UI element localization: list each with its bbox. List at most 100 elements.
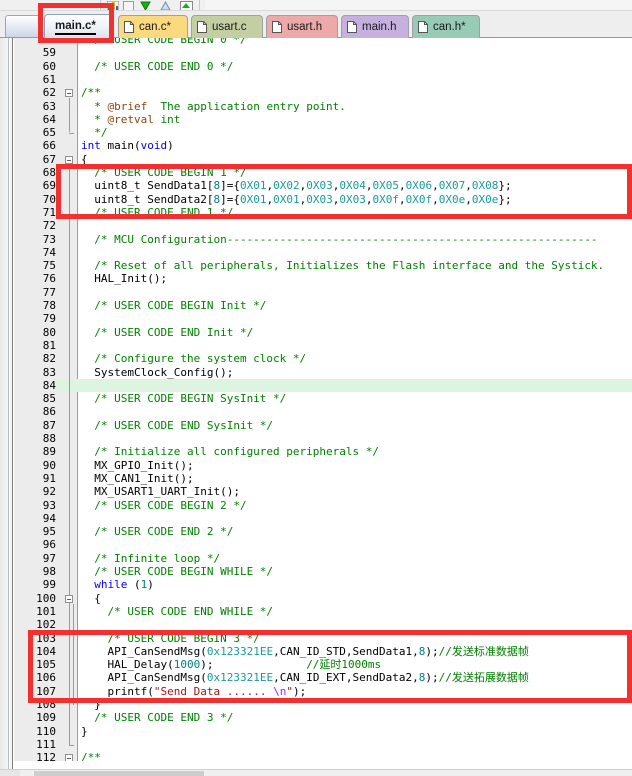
code-line[interactable]: 84	[14, 378, 632, 393]
code-line[interactable]: 102	[14, 618, 632, 631]
line-number: 109	[36, 711, 56, 725]
code-line[interactable]: 108 }	[14, 698, 632, 711]
code-line[interactable]: 67 {	[14, 153, 632, 166]
insert-bookmark-icon[interactable]	[180, 0, 193, 10]
page-icon[interactable]	[122, 0, 135, 10]
code-line[interactable]: 80 /* USER CODE END Init */	[14, 326, 632, 339]
line-number: 88	[42, 432, 56, 445]
code-line[interactable]: 110}	[14, 725, 632, 738]
code-line[interactable]: 69 uint8_t SendData1[8]={0X01,0X02,0X03,…	[14, 179, 632, 192]
code-line[interactable]: 97 /* Infinite loop */	[14, 552, 632, 565]
code-line[interactable]: 96	[14, 538, 632, 551]
fold-toggle-line-100[interactable]	[65, 594, 73, 603]
code-line[interactable]: 62 /**	[14, 86, 632, 99]
code-line[interactable]: 101 /* USER CODE END WHILE */	[14, 605, 632, 618]
code-line[interactable]: 91 MX_CAN1_Init();	[14, 472, 632, 485]
code-line[interactable]: 106 API_CanSendMsg(0x123321EE,CAN_ID_EXT…	[14, 671, 632, 684]
fold-toggle-line-62[interactable]	[65, 89, 73, 98]
code-line[interactable]: 71 /* USER CODE END 1 */	[14, 206, 632, 219]
code-line[interactable]: 68 /* USER CODE BEGIN 1 */	[14, 166, 632, 179]
code-line[interactable]: 92 MX_USART1_UART_Init();	[14, 485, 632, 498]
code-text: {	[81, 591, 101, 605]
code-line[interactable]: 83 SystemClock_Config();	[14, 366, 632, 379]
code-line[interactable]: 78 /* USER CODE BEGIN Init */	[14, 299, 632, 312]
line-number: 84	[14, 378, 56, 393]
tab-label: usart.h	[287, 21, 323, 33]
code-line[interactable]: 105 HAL_Delay(1000); //延时1000ms	[14, 658, 632, 671]
code-line[interactable]: 93 /* USER CODE BEGIN 2 */	[14, 499, 632, 512]
line-number: 111	[36, 737, 56, 751]
editor-tab-usarth[interactable]: usart.h	[266, 15, 338, 38]
code-line[interactable]: 87 /* USER CODE END SysInit */	[14, 419, 632, 432]
code-line[interactable]: 107 printf("Send Data ...... \n");	[14, 685, 632, 698]
tab-overflow-stub[interactable]	[5, 15, 41, 37]
line-number: 70	[42, 192, 56, 206]
code-line[interactable]: 94	[14, 512, 632, 525]
code-text: */	[81, 126, 108, 140]
code-text: /* USER CODE BEGIN WHILE */	[81, 565, 274, 578]
line-number: 89	[42, 445, 56, 459]
code-line[interactable]: 75 /* Reset of all peripherals, Initiali…	[14, 259, 632, 272]
fold-toggle-line-112[interactable]	[65, 754, 73, 761]
code-line[interactable]: 76 HAL_Init();	[14, 272, 632, 285]
code-line[interactable]: 100 {	[14, 592, 632, 605]
toolbar-separator	[199, 0, 200, 10]
code-line[interactable]: 85 /* USER CODE BEGIN SysInit */	[14, 392, 632, 405]
code-line[interactable]: 61	[14, 73, 632, 86]
code-line[interactable]: 89 /* Initialize all configured peripher…	[14, 445, 632, 458]
code-line[interactable]: 58 /* USER CODE BEGIN 0 */	[14, 38, 632, 46]
code-line[interactable]: 112 /**	[14, 751, 632, 761]
code-line[interactable]: 82 /* Configure the system clock */	[14, 352, 632, 365]
code-line[interactable]: 79	[14, 312, 632, 325]
code-line[interactable]: 103 /* USER CODE BEGIN 3 */	[14, 632, 632, 645]
editor-tab-mainh[interactable]: main.h	[341, 15, 409, 38]
code-line[interactable]: 72	[14, 219, 632, 232]
code-line[interactable]: 98 /* USER CODE BEGIN WHILE */	[14, 565, 632, 578]
line-number: 95	[42, 525, 56, 539]
code-line[interactable]: 95 /* USER CODE END 2 */	[14, 525, 632, 538]
editor-tab-usartc[interactable]: usart.c	[191, 15, 263, 38]
code-line[interactable]: 86	[14, 405, 632, 418]
code-line[interactable]: 99 while (1)	[14, 578, 632, 591]
editor-tab-canc[interactable]: can.c*	[118, 15, 188, 38]
code-line[interactable]: 59	[14, 46, 632, 59]
code-line[interactable]: 66 int main(void)	[14, 139, 632, 152]
code-line[interactable]: 81	[14, 339, 632, 352]
line-number: 59	[42, 46, 56, 60]
code-line[interactable]: 65 */	[14, 126, 632, 139]
code-view[interactable]: 58 /* USER CODE BEGIN 0 */59 60 /* USER C…	[14, 38, 632, 761]
horizontal-scrollbar[interactable]	[0, 769, 632, 776]
line-number: 94	[42, 511, 56, 525]
code-line[interactable]: 64 * @retval int	[14, 113, 632, 126]
line-number: 62	[42, 86, 56, 100]
scrollbar-thumb[interactable]	[34, 771, 204, 776]
line-number: 99	[42, 578, 56, 592]
code-line[interactable]: 73 /* MCU Configuration-----------------…	[14, 233, 632, 246]
tab-label: usart.c	[212, 21, 247, 33]
line-number: 107	[36, 684, 56, 698]
code-line[interactable]: 109 /* USER CODE END 3 */	[14, 711, 632, 724]
line-number: 63	[42, 99, 56, 113]
line-number: 81	[42, 338, 56, 352]
tab-label: main.c*	[55, 20, 96, 35]
fold-toggle-line-67[interactable]	[65, 155, 73, 164]
code-text: * @brief The application entry point.	[81, 99, 346, 113]
chart-icon[interactable]	[106, 0, 119, 10]
bookmark-down-icon[interactable]	[139, 0, 152, 10]
editor-tab-canh[interactable]: can.h*	[412, 15, 480, 38]
code-line[interactable]: 88	[14, 432, 632, 445]
code-line[interactable]: 63 * @brief The application entry point.	[14, 100, 632, 113]
code-line[interactable]: 104 API_CanSendMsg(0x123321EE,CAN_ID_STD…	[14, 645, 632, 658]
editor-tab-mainc[interactable]: main.c*	[44, 14, 114, 39]
code-text: /* USER CODE BEGIN SysInit */	[81, 392, 287, 406]
code-line[interactable]: 77	[14, 286, 632, 299]
code-line[interactable]: 74	[14, 246, 632, 259]
file-document-icon	[347, 21, 357, 33]
code-line[interactable]: 111	[14, 738, 632, 751]
code-text: /* USER CODE END 1 */	[81, 205, 234, 219]
code-line[interactable]: 70 uint8_t SendData2[8]={0X01,0X01,0X03,…	[14, 193, 632, 206]
code-line[interactable]: 90 MX_GPIO_Init();	[14, 459, 632, 472]
code-text: MX_GPIO_Init();	[81, 458, 194, 472]
code-line[interactable]: 60 /* USER CODE END 0 */	[14, 60, 632, 73]
bookmark-up-icon[interactable]	[159, 0, 172, 10]
